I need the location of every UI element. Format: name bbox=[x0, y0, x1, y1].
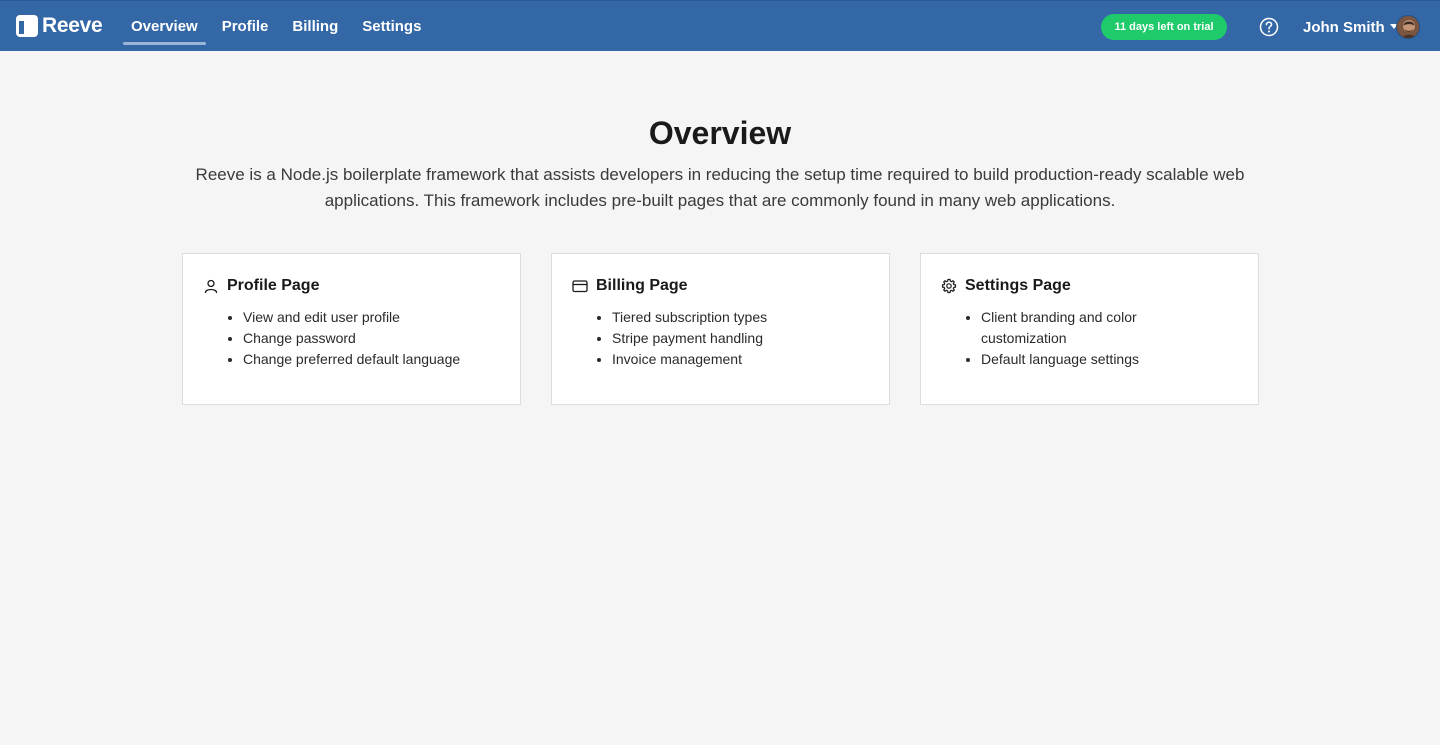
question-circle-icon[interactable] bbox=[1259, 17, 1279, 37]
profile-page-card: Profile Page View and edit user profile … bbox=[182, 253, 521, 405]
credit-card-icon bbox=[572, 280, 588, 293]
brand-name: Reeve bbox=[42, 14, 103, 37]
list-item: Change password bbox=[243, 328, 500, 349]
reeve-logo-icon bbox=[16, 15, 38, 37]
feature-list: Tiered subscription types Stripe payment… bbox=[572, 307, 869, 370]
card-title: Profile Page bbox=[227, 277, 320, 294]
user-menu-toggle[interactable]: John Smith bbox=[1303, 14, 1398, 40]
list-item: Default language settings bbox=[981, 349, 1191, 370]
feature-list: View and edit user profile Change passwo… bbox=[203, 307, 500, 370]
avatar[interactable] bbox=[1396, 15, 1420, 39]
list-item: View and edit user profile bbox=[243, 307, 500, 328]
trial-badge[interactable]: 11 days left on trial bbox=[1101, 14, 1227, 40]
user-name: John Smith bbox=[1303, 18, 1385, 36]
nav-link-settings[interactable]: Settings bbox=[354, 1, 429, 52]
list-item: Invoice management bbox=[612, 349, 869, 370]
top-navbar: Reeve Overview Profile Billing Settings … bbox=[0, 0, 1440, 51]
nav-link-profile[interactable]: Profile bbox=[214, 1, 277, 52]
nav-link-overview[interactable]: Overview bbox=[123, 1, 206, 52]
feature-list: Client branding and color customization … bbox=[941, 307, 1238, 370]
billing-page-card: Billing Page Tiered subscription types S… bbox=[551, 253, 890, 405]
page-description: Reeve is a Node.js boilerplate framework… bbox=[195, 165, 1245, 210]
list-item: Client branding and color customization bbox=[981, 307, 1191, 349]
list-item: Change preferred default language bbox=[243, 349, 500, 370]
nav-link-billing[interactable]: Billing bbox=[284, 1, 346, 52]
brand-logo[interactable]: Reeve bbox=[16, 14, 103, 37]
page-title: Overview bbox=[648, 115, 792, 151]
settings-page-card: Settings Page Client branding and color … bbox=[920, 253, 1259, 405]
card-title: Billing Page bbox=[596, 277, 688, 294]
main-nav: Overview Profile Billing Settings bbox=[123, 1, 437, 52]
list-item: Stripe payment handling bbox=[612, 328, 869, 349]
gear-icon bbox=[941, 278, 957, 294]
avatar-image bbox=[1397, 16, 1419, 38]
feature-cards: Profile Page View and edit user profile … bbox=[182, 253, 1259, 405]
user-icon bbox=[204, 279, 218, 294]
card-title: Settings Page bbox=[965, 277, 1071, 294]
list-item: Tiered subscription types bbox=[612, 307, 869, 328]
